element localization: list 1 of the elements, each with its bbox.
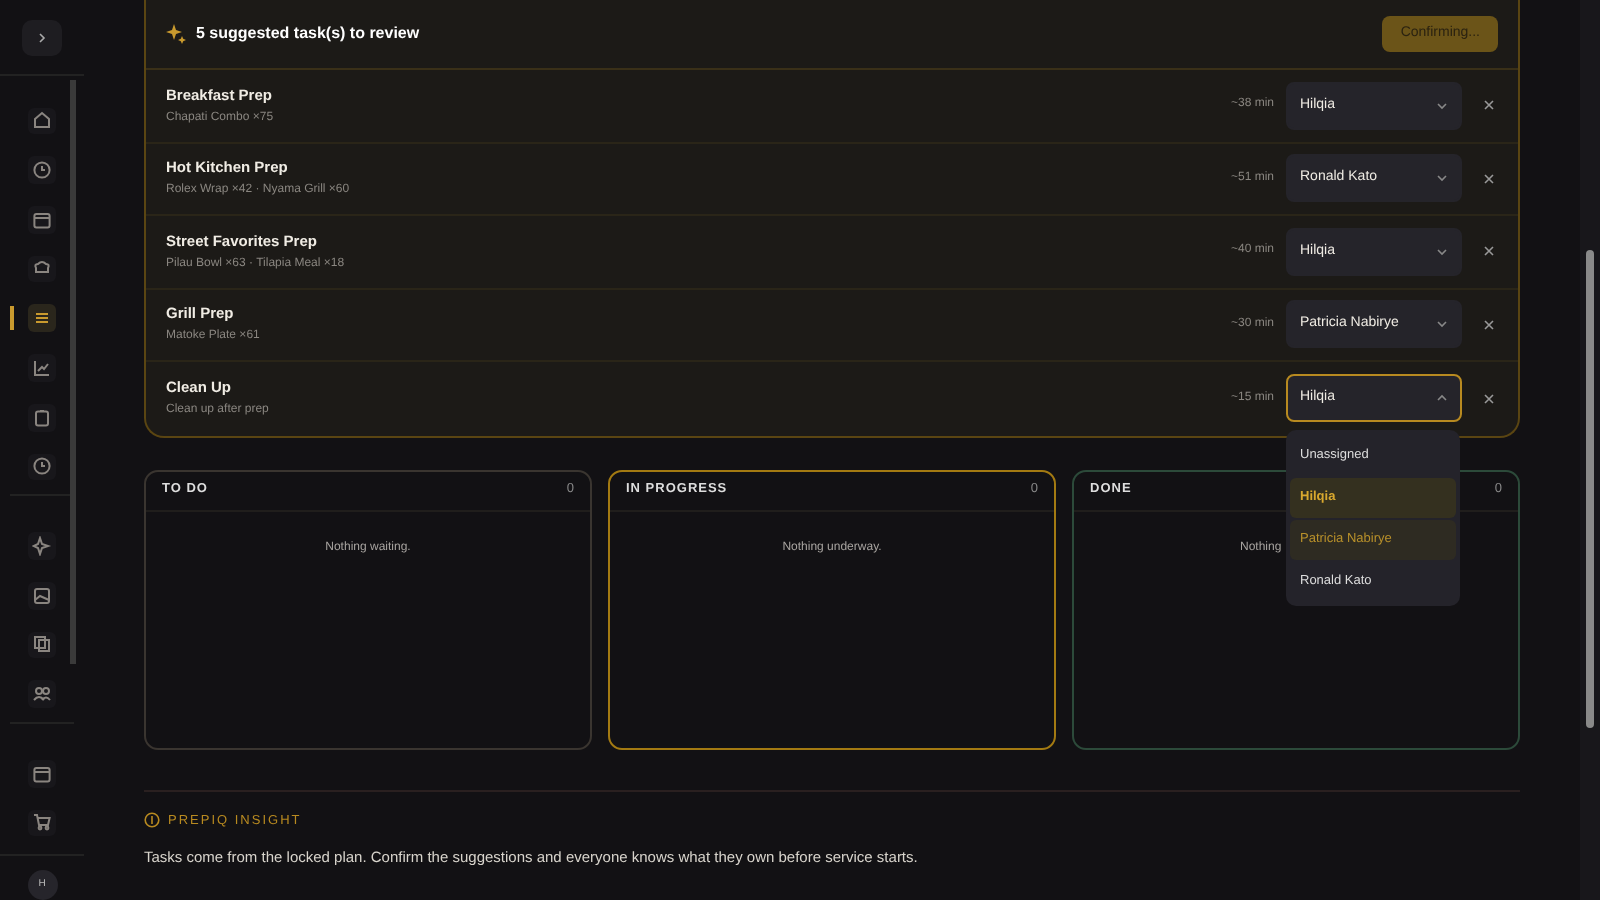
- review-heading: 5 suggested task(s) to review: [196, 22, 420, 46]
